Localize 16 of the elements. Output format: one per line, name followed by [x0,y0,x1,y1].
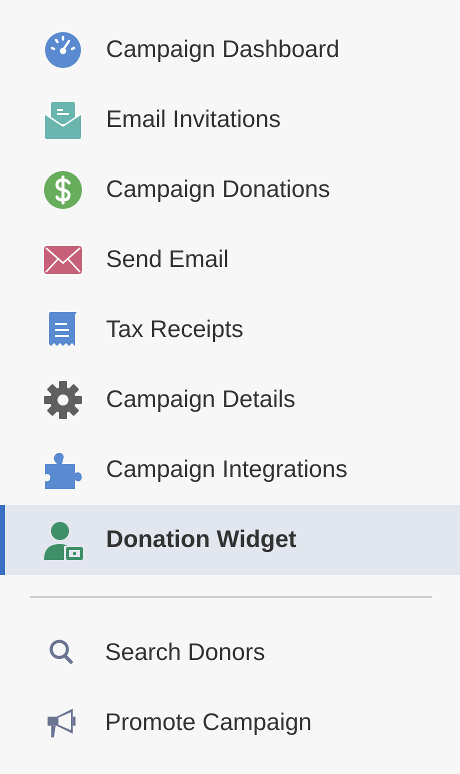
menu-item[interactable]: Send Email [0,225,460,295]
puzzle-icon [43,450,83,490]
menu-item[interactable]: Campaign Details [0,365,460,435]
gauge-icon [43,30,83,70]
menu-item[interactable]: Campaign Integrations [0,435,460,505]
menu-item[interactable]: Donation Widget [0,505,460,575]
menu-item[interactable]: Search Donors [0,618,460,688]
menu-item[interactable]: Email Invitations [0,85,460,155]
menu-item[interactable]: Promote Campaign [0,688,460,758]
dollar-icon [43,170,83,210]
menu-item[interactable]: Tax Receipts [0,295,460,365]
menu-item[interactable]: Campaign Donations [0,155,460,225]
menu-item[interactable]: Campaign Dashboard [0,15,460,85]
person-screen-icon [43,520,83,560]
gear-icon [43,380,83,420]
envelope-letter-icon [43,100,83,140]
